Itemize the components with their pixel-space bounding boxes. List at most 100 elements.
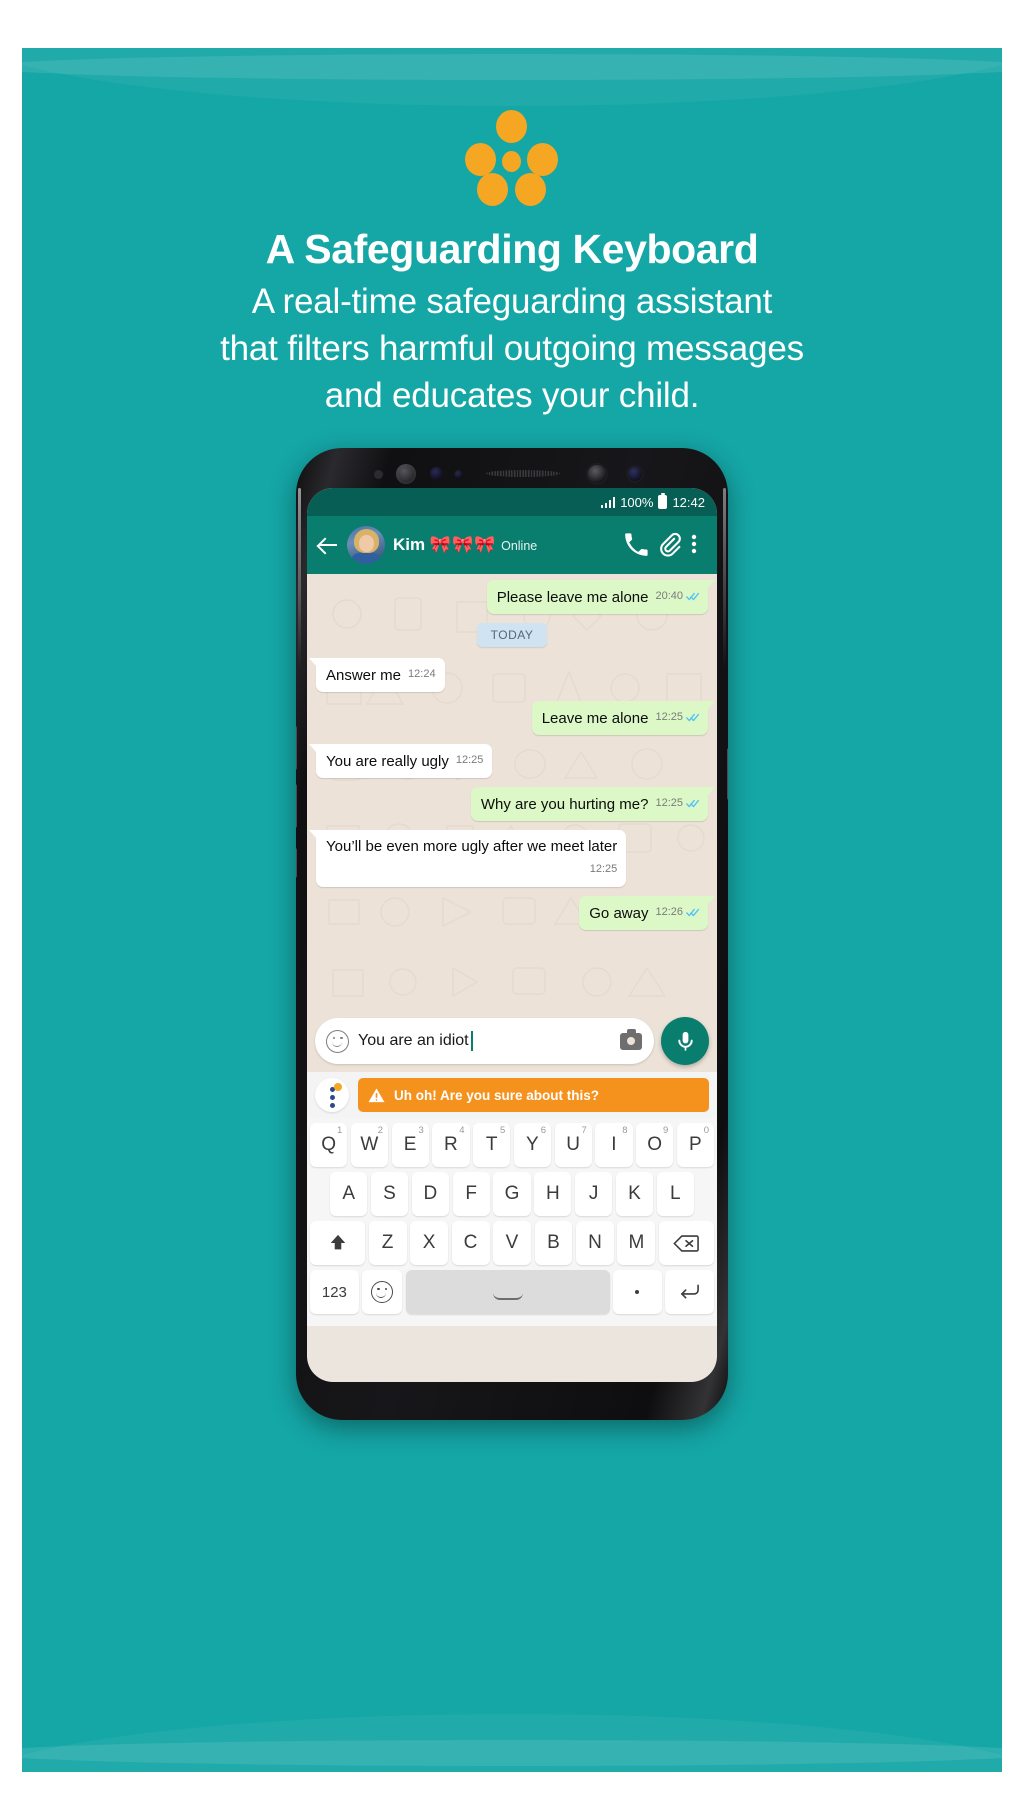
message-meta: 12:26 (655, 903, 700, 923)
key-k[interactable]: K (615, 1172, 654, 1216)
key-sup: 9 (662, 1125, 669, 1136)
key-b[interactable]: B (534, 1221, 573, 1265)
backspace-icon[interactable] (658, 1221, 715, 1265)
subtitle-line-1: A real-time safeguarding assistant (251, 282, 773, 321)
key-y[interactable]: 6Y (513, 1123, 551, 1167)
camera-icon[interactable] (620, 1029, 642, 1050)
contact-identity[interactable]: Kim 🎀🎀🎀 Online (393, 535, 615, 555)
enter-return-icon[interactable] (665, 1270, 714, 1314)
earpiece-speaker (486, 470, 560, 477)
bezel-glint-right (723, 488, 726, 668)
message-row[interactable]: Answer me 12:24 (309, 658, 708, 692)
wave-decoration-bottom-2 (22, 1740, 1002, 1766)
battery-percent-label: 100% (620, 494, 654, 510)
message-input-field[interactable]: You are an idiot (315, 1018, 654, 1064)
chat-bubble-outgoing: Why are you hurting me? 12:25 (470, 787, 716, 821)
key-r[interactable]: 4R (432, 1123, 470, 1167)
message-row[interactable]: Go away 12:26 (316, 896, 715, 930)
paperclip-icon[interactable] (657, 532, 683, 558)
shift-icon[interactable] (309, 1221, 366, 1265)
key-s[interactable]: S (370, 1172, 409, 1216)
message-text: Go away (589, 905, 649, 922)
key-o[interactable]: 9O (636, 1123, 674, 1167)
message-row[interactable]: Leave me alone 12:25 (316, 701, 716, 735)
key-label: T (485, 1134, 498, 1155)
emoji-key-icon[interactable] (362, 1270, 403, 1314)
logo-dot-top (496, 110, 527, 143)
key-p[interactable]: 0P (676, 1123, 714, 1167)
key-d[interactable]: D (411, 1172, 449, 1216)
key-t[interactable]: 5T (473, 1123, 511, 1167)
key-i[interactable]: 8I (595, 1123, 633, 1167)
message-input-bar: You are an idiot (307, 1012, 717, 1072)
chat-message-list[interactable]: Please leave me alone 20:40 TODAY Answer… (307, 574, 717, 1012)
whatsapp-chat-header: Kim 🎀🎀🎀 Online (307, 516, 717, 574)
phone-screen: 100% 12:42 Kim 🎀🎀🎀 Online Please leave m… (307, 488, 717, 1382)
message-row[interactable]: Please leave me alone 20:40 (316, 580, 716, 614)
message-text: Answer me (326, 667, 402, 684)
numeric-mode-key[interactable]: 123 (310, 1270, 359, 1314)
message-time: 12:24 (408, 668, 436, 680)
wave-decoration-top-2 (22, 54, 1002, 80)
space-key[interactable] (405, 1270, 610, 1314)
key-v[interactable]: V (493, 1221, 531, 1265)
assistant-button[interactable] (296, 848, 297, 878)
volume-down-button[interactable] (296, 784, 297, 828)
key-x[interactable]: X (410, 1221, 449, 1265)
flower-dots-logo-icon (457, 110, 567, 206)
key-n[interactable]: N (575, 1221, 614, 1265)
chat-bubble-outgoing: Please leave me alone 20:40 (486, 580, 716, 614)
contact-avatar[interactable] (347, 526, 385, 564)
key-label: O (647, 1134, 663, 1155)
safeguard-keyboard-logo-icon[interactable] (315, 1078, 349, 1112)
key-sup: 4 (459, 1125, 465, 1136)
key-j[interactable]: J (574, 1172, 613, 1216)
keyboard-row-1: 1Q 2W 3E 4R 5T 6Y 7U 8I 9O 0P (310, 1123, 714, 1167)
key-h[interactable]: H (534, 1172, 572, 1216)
key-m[interactable]: M (617, 1221, 656, 1265)
message-time: 12:25 (655, 797, 683, 809)
key-sup: 7 (581, 1125, 587, 1136)
microphone-icon[interactable] (661, 1017, 709, 1065)
message-row[interactable]: Why are you hurting me? 12:25 (316, 787, 716, 821)
message-row[interactable]: You’ll be even more ugly after we meet l… (308, 830, 708, 887)
key-u[interactable]: 7U (554, 1123, 592, 1167)
key-f[interactable]: F (452, 1172, 490, 1216)
message-text: Why are you hurting me? (480, 796, 649, 813)
double-check-read-icon (686, 799, 700, 808)
key-e[interactable]: 3E (391, 1123, 429, 1167)
more-vertical-icon[interactable] (691, 532, 707, 558)
contact-name-text: Kim (393, 535, 426, 554)
warning-banner[interactable]: Uh oh! Are you sure about this? (358, 1078, 709, 1112)
on-screen-keyboard[interactable]: 1Q 2W 3E 4R 5T 6Y 7U 8I 9O 0P A S D F G … (307, 1118, 717, 1326)
key-l[interactable]: L (656, 1172, 694, 1216)
key-g[interactable]: G (493, 1172, 531, 1216)
message-meta: 12:25 (456, 751, 484, 771)
key-q[interactable]: 1Q (310, 1123, 348, 1167)
page-subtitle: A real-time safeguarding assistant that … (22, 278, 1002, 419)
key-sup: 5 (499, 1125, 506, 1136)
battery-full-icon (658, 492, 668, 509)
keyboard-row-3: Z X C V B N M (309, 1221, 715, 1265)
day-divider: TODAY (316, 623, 708, 647)
period-key[interactable] (613, 1270, 662, 1314)
key-label: E (403, 1134, 417, 1155)
front-camera-icon (586, 463, 608, 485)
volume-up-button[interactable] (296, 726, 297, 770)
phone-call-icon[interactable] (623, 532, 649, 558)
chat-bubble-incoming: You’ll be even more ugly after we meet l… (308, 830, 627, 887)
back-arrow-icon[interactable] (317, 534, 339, 556)
key-a[interactable]: A (330, 1172, 368, 1216)
logo-dot-right (527, 143, 558, 176)
phone-mockup: 100% 12:42 Kim 🎀🎀🎀 Online Please leave m… (296, 448, 728, 1420)
key-c[interactable]: C (451, 1221, 490, 1265)
poster-page: A Safeguarding Keyboard A real-time safe… (0, 0, 1024, 1820)
secondary-sensor-icon (626, 465, 644, 483)
key-z[interactable]: Z (368, 1221, 407, 1265)
smiley-icon[interactable] (326, 1029, 349, 1053)
power-button[interactable] (727, 748, 728, 800)
notification-led-icon (454, 470, 463, 479)
key-sup: 3 (418, 1125, 424, 1136)
key-w[interactable]: 2W (350, 1123, 388, 1167)
message-row[interactable]: You are really ugly 12:25 (308, 744, 708, 778)
